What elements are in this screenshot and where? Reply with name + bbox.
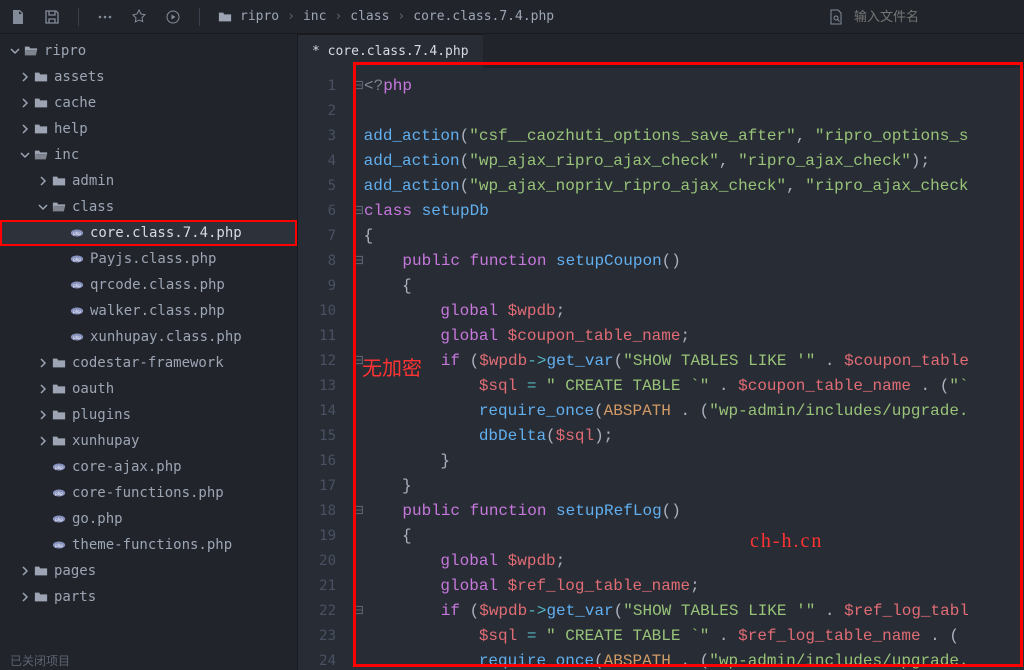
- dots-icon[interactable]: [97, 9, 113, 25]
- editor-area: * core.class.7.4.php 1234567891011121314…: [298, 34, 1024, 670]
- tree-file[interactable]: phpcore.class.7.4.php: [0, 220, 297, 246]
- tree-folder[interactable]: admin: [0, 168, 297, 194]
- file-search: [828, 9, 974, 25]
- tab-bar: * core.class.7.4.php: [298, 34, 1024, 68]
- tree-folder[interactable]: class: [0, 194, 297, 220]
- svg-text:php: php: [73, 283, 81, 289]
- chevron-right-icon: ›: [397, 9, 405, 24]
- crumb[interactable]: core.class.7.4.php: [413, 9, 554, 24]
- crumb[interactable]: ripro: [240, 9, 279, 24]
- tree-folder[interactable]: help: [0, 116, 297, 142]
- chevron-right-icon: ›: [287, 9, 295, 24]
- tree-folder[interactable]: parts: [0, 584, 297, 610]
- breadcrumb[interactable]: ripro › inc › class › core.class.7.4.php: [218, 9, 554, 24]
- crumb[interactable]: inc: [303, 9, 326, 24]
- play-icon[interactable]: [165, 9, 181, 25]
- tree-file[interactable]: phpqrcode.class.php: [0, 272, 297, 298]
- tree-folder[interactable]: codestar-framework: [0, 350, 297, 376]
- tree-folder[interactable]: plugins: [0, 402, 297, 428]
- tree-folder[interactable]: cache: [0, 90, 297, 116]
- tree-folder[interactable]: oauth: [0, 376, 297, 402]
- tree-folder[interactable]: inc: [0, 142, 297, 168]
- tree-folder[interactable]: pages: [0, 558, 297, 584]
- svg-text:php: php: [73, 257, 81, 263]
- tree-file[interactable]: phpxunhupay.class.php: [0, 324, 297, 350]
- tree-file[interactable]: phpPayjs.class.php: [0, 246, 297, 272]
- svg-text:php: php: [55, 543, 63, 549]
- crumb[interactable]: class: [350, 9, 389, 24]
- separator: [199, 8, 200, 26]
- line-gutter: 123456789101112131415161718192021222324: [298, 68, 346, 670]
- search-file-icon[interactable]: [828, 9, 844, 25]
- code-editor[interactable]: 123456789101112131415161718192021222324 …: [298, 68, 1024, 670]
- svg-text:php: php: [73, 231, 81, 237]
- star-icon[interactable]: [131, 9, 147, 25]
- search-input[interactable]: [854, 9, 974, 24]
- svg-text:php: php: [55, 491, 63, 497]
- tree-folder[interactable]: xunhupay: [0, 428, 297, 454]
- save-icon[interactable]: [44, 9, 60, 25]
- separator: [78, 8, 79, 26]
- tree-root[interactable]: ripro: [0, 38, 297, 64]
- chevron-right-icon: ›: [334, 9, 342, 24]
- svg-text:php: php: [73, 309, 81, 315]
- sidebar-footer: 已关闭项目: [0, 652, 297, 670]
- top-toolbar: ripro › inc › class › core.class.7.4.php: [0, 0, 1024, 34]
- file-tree-sidebar: riproassetscachehelpincadminclassphpcore…: [0, 34, 298, 670]
- svg-text:php: php: [55, 517, 63, 523]
- tree-file[interactable]: phpcore-ajax.php: [0, 454, 297, 480]
- editor-tab[interactable]: * core.class.7.4.php: [298, 34, 483, 68]
- svg-text:php: php: [73, 335, 81, 341]
- svg-text:php: php: [55, 465, 63, 471]
- tree-folder[interactable]: assets: [0, 64, 297, 90]
- tree-file[interactable]: phpcore-functions.php: [0, 480, 297, 506]
- tree-file[interactable]: phptheme-functions.php: [0, 532, 297, 558]
- code-content[interactable]: ⊟<?php add_action("csf__caozhuti_options…: [346, 68, 1024, 670]
- folder-icon: [218, 10, 232, 24]
- tree-file[interactable]: phpwalker.class.php: [0, 298, 297, 324]
- tab-title: * core.class.7.4.php: [312, 44, 469, 59]
- new-file-icon[interactable]: [10, 9, 26, 25]
- tree-file[interactable]: phpgo.php: [0, 506, 297, 532]
